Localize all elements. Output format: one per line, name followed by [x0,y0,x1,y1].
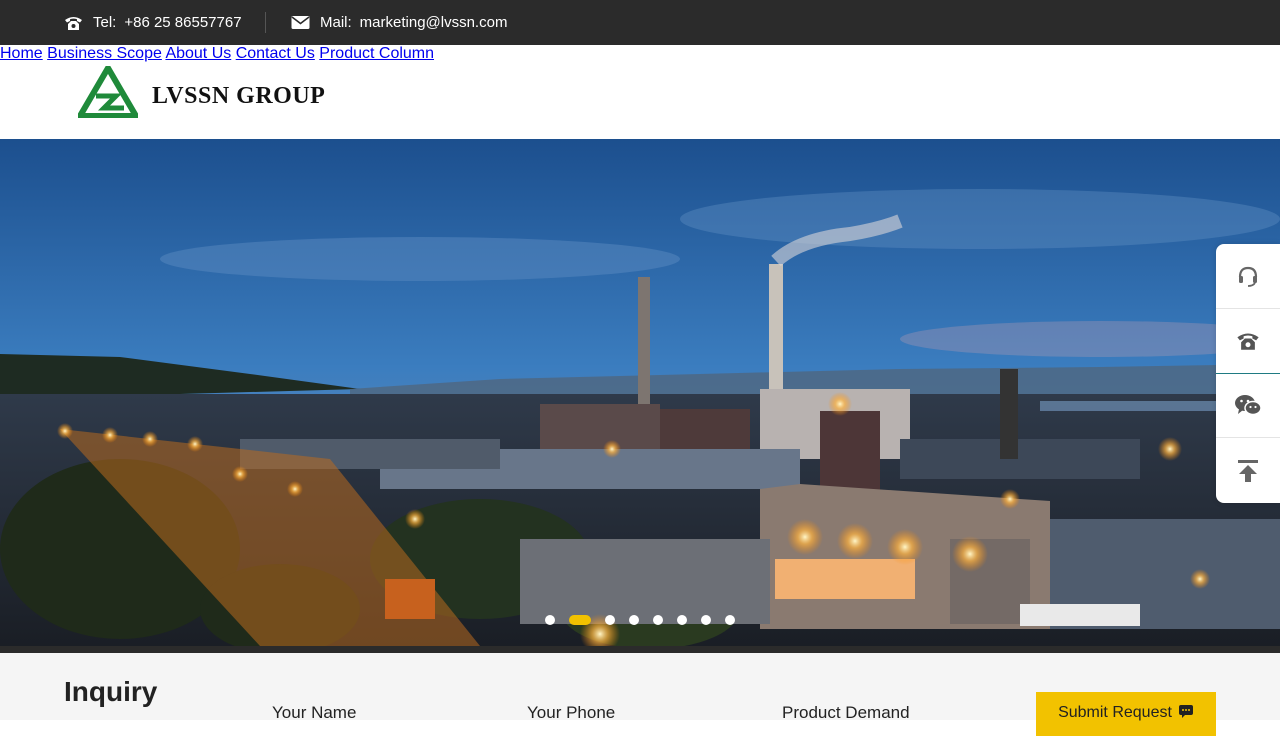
phone-icon [1237,333,1259,350]
envelope-icon [291,16,310,29]
back-to-top-button[interactable] [1216,438,1280,503]
headset-icon [1238,266,1258,287]
slider-dot-active[interactable] [569,615,591,625]
slider-pagination [545,615,749,625]
wechat-button[interactable] [1216,374,1280,439]
mail-label: Mail: [320,14,352,31]
hero-image [0,139,1280,646]
slider-dot[interactable] [677,615,687,625]
your-name-label: Your Name [272,703,357,722]
topbar-divider [265,12,266,33]
wechat-icon [1235,395,1262,416]
tel-label: Tel: [93,14,117,31]
product-demand-label: Product Demand [782,703,910,722]
inquiry-title: Inquiry [64,676,158,707]
slider-dot[interactable] [629,615,639,625]
tel-value: +86 25 86557767 [124,14,242,31]
logo-icon [78,66,138,118]
nav-about-us[interactable]: About Us [165,45,231,62]
inquiry-section: Inquiry Your Name Your Phone Product Dem… [0,653,1280,736]
chat-icon [1178,704,1194,724]
top-contact-bar: Tel: +86 25 86557767 Mail: marketing@lvs… [0,0,1280,45]
slider-dot[interactable] [725,615,735,625]
phone-icon [65,16,82,30]
hero-bottom-strip [0,646,1280,653]
slider-dot[interactable] [605,615,615,625]
slider-dot[interactable] [545,615,555,625]
mail-value: marketing@lvssn.com [359,14,508,31]
logo[interactable]: LVSSN GROUP [78,66,325,118]
submit-request-label: Submit Request [1058,704,1172,721]
customer-service-button[interactable] [1216,244,1280,309]
slider-dot[interactable] [653,615,663,625]
nav-contact-us[interactable]: Contact Us [236,45,315,62]
site-header: LVSSN GROUP Home Business Scope About Us… [0,45,1280,139]
submit-request-button[interactable]: Submit Request [1036,692,1216,736]
phone-button[interactable] [1216,309,1280,374]
floating-sidebar [1216,244,1280,503]
nav-product-column[interactable]: Product Column [319,45,434,62]
logo-text: LVSSN GROUP [152,82,326,109]
your-phone-label: Your Phone [527,703,616,722]
nav-business-scope[interactable]: Business Scope [47,45,162,62]
tel-contact[interactable]: Tel: +86 25 86557767 [64,0,242,45]
main-nav: Home Business Scope About Us Contact Us … [0,45,1280,63]
back-to-top-icon [1238,459,1258,482]
nav-home[interactable]: Home [0,45,43,62]
slider-dot[interactable] [701,615,711,625]
mail-contact[interactable]: Mail: marketing@lvssn.com [291,0,507,45]
hero-banner[interactable] [0,139,1280,646]
